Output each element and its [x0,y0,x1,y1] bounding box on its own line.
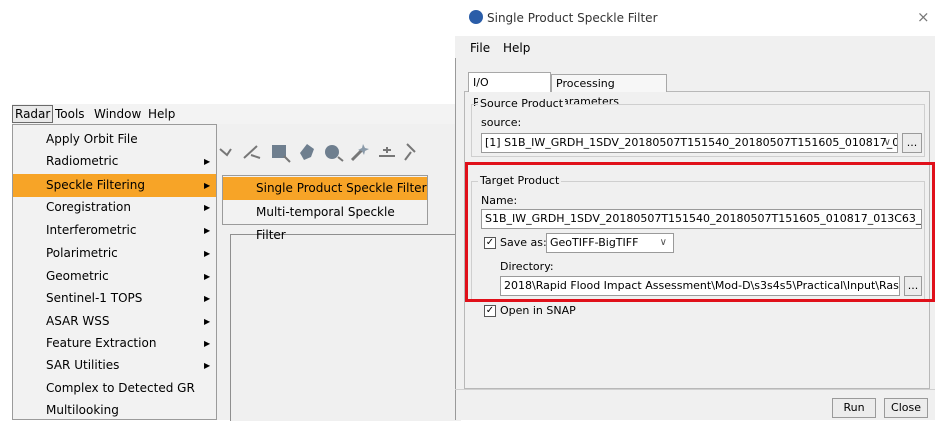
menu-item-polarimetric[interactable]: Polarimetric ▶ [13,242,216,265]
menu-item-geometric[interactable]: Geometric ▶ [13,265,216,288]
menu-item-asar-wss[interactable]: ASAR WSS ▶ [13,310,216,333]
menu-item-label: Radiometric [46,154,119,168]
menu-item-coregistration[interactable]: Coregistration ▶ [13,196,216,219]
range-finder-icon[interactable] [376,141,398,163]
menu-item-label: Single Product Speckle Filter [256,181,427,195]
dialog-menu-file[interactable]: File [470,41,490,55]
menu-item-label: SAR Utilities [46,358,120,372]
menu-item-sar-utilities[interactable]: SAR Utilities ▶ [13,354,216,377]
magic-wand-icon[interactable] [349,141,371,163]
close-button[interactable]: Close [884,398,928,418]
open-in-snap-checkbox[interactable]: ✓ [484,305,496,317]
annotation-highlight-box [465,162,935,302]
menu-item-label: Complex to Detected GR [46,381,195,395]
menu-item-multilooking[interactable]: Multilooking [13,399,216,422]
tab-io-parameters[interactable]: I/O Parameters [468,72,551,109]
dialog-footer-separator [455,389,935,390]
menu-item-sentinel-1-tops[interactable]: Sentinel-1 TOPS ▶ [13,287,216,310]
submenu-arrow-icon: ▶ [204,226,211,235]
graph-arrow-icon[interactable] [217,141,239,163]
menu-item-apply-orbit-file[interactable]: Apply Orbit File [13,128,216,151]
menu-item-label: Interferometric [46,223,137,237]
menu-item-label: Coregistration [46,200,131,214]
main-menubar: Radar Tools Window Help [12,104,460,125]
rectangle-tool-icon[interactable] [269,141,291,163]
source-product-select[interactable]: [1] S1B_IW_GRDH_1SDV_20180507T151540_201… [481,133,898,153]
radar-menu: Apply Orbit File Radiometric ▶ Speckle Fi… [12,124,217,420]
polygon-tool-icon[interactable] [296,141,318,163]
submenu-arrow-icon: ▶ [204,317,211,326]
speckle-filtering-submenu: Single Product Speckle Filter Multi-temp… [222,175,428,242]
submenu-arrow-icon: ▶ [204,203,211,212]
menu-item-speckle-filtering[interactable]: Speckle Filtering ▶ [13,174,216,197]
menu-item-label: Multilooking [46,403,119,417]
source-browse-button[interactable]: ... [902,133,922,153]
run-button[interactable]: Run [832,398,876,418]
menu-item-label: Speckle Filtering [46,178,145,192]
submenu-arrow-icon: ▶ [204,294,211,303]
tab-processing-parameters[interactable]: Processing Parameters [551,74,667,108]
menu-tools[interactable]: Tools [52,106,88,122]
submenu-arrow-icon: ▶ [204,339,211,348]
submenu-arrow-icon: ▶ [204,181,211,190]
menu-help[interactable]: Help [145,106,178,122]
dialog-title: Single Product Speckle Filter [487,11,658,25]
pin-tool-icon[interactable] [403,141,419,163]
source-product-title: Source Product [478,97,566,110]
dialog-menu-help[interactable]: Help [503,41,530,55]
open-in-snap-label: Open in SNAP [500,304,576,317]
menu-item-radiometric[interactable]: Radiometric ▶ [13,150,216,173]
ellipse-tool-icon[interactable] [322,141,344,163]
menu-item-label: Apply Orbit File [46,132,138,146]
snap-logo-icon [469,10,483,24]
workspace-pane [230,234,461,421]
menu-window[interactable]: Window [91,106,144,122]
menu-item-complex-to-detected-gr[interactable]: Complex to Detected GR [13,377,216,400]
source-product-value: [1] S1B_IW_GRDH_1SDV_20180507T151540_201… [485,136,897,149]
menu-item-feature-extraction[interactable]: Feature Extraction ▶ [13,332,216,355]
close-icon[interactable]: × [917,8,930,26]
submenu-arrow-icon: ▶ [204,361,211,370]
chevron-down-icon: ∨ [883,137,891,148]
menu-item-label: Multi-temporal Speckle Filter [256,205,395,242]
menu-item-label: Sentinel-1 TOPS [46,291,143,305]
menu-item-label: Feature Extraction [46,336,157,350]
menu-item-multi-temporal-speckle-filter[interactable]: Multi-temporal Speckle Filter [223,201,427,242]
submenu-arrow-icon: ▶ [204,272,211,281]
menu-item-single-product-speckle-filter[interactable]: Single Product Speckle Filter [223,177,427,200]
menu-item-label: ASAR WSS [46,314,110,328]
menu-item-label: Polarimetric [46,246,118,260]
menu-item-interferometric[interactable]: Interferometric ▶ [13,219,216,242]
submenu-arrow-icon: ▶ [204,157,211,166]
line-tool-icon[interactable] [241,141,263,163]
menu-item-label: Geometric [46,269,109,283]
submenu-arrow-icon: ▶ [204,249,211,258]
menu-radar[interactable]: Radar [12,105,54,123]
source-label: source: [481,116,522,129]
